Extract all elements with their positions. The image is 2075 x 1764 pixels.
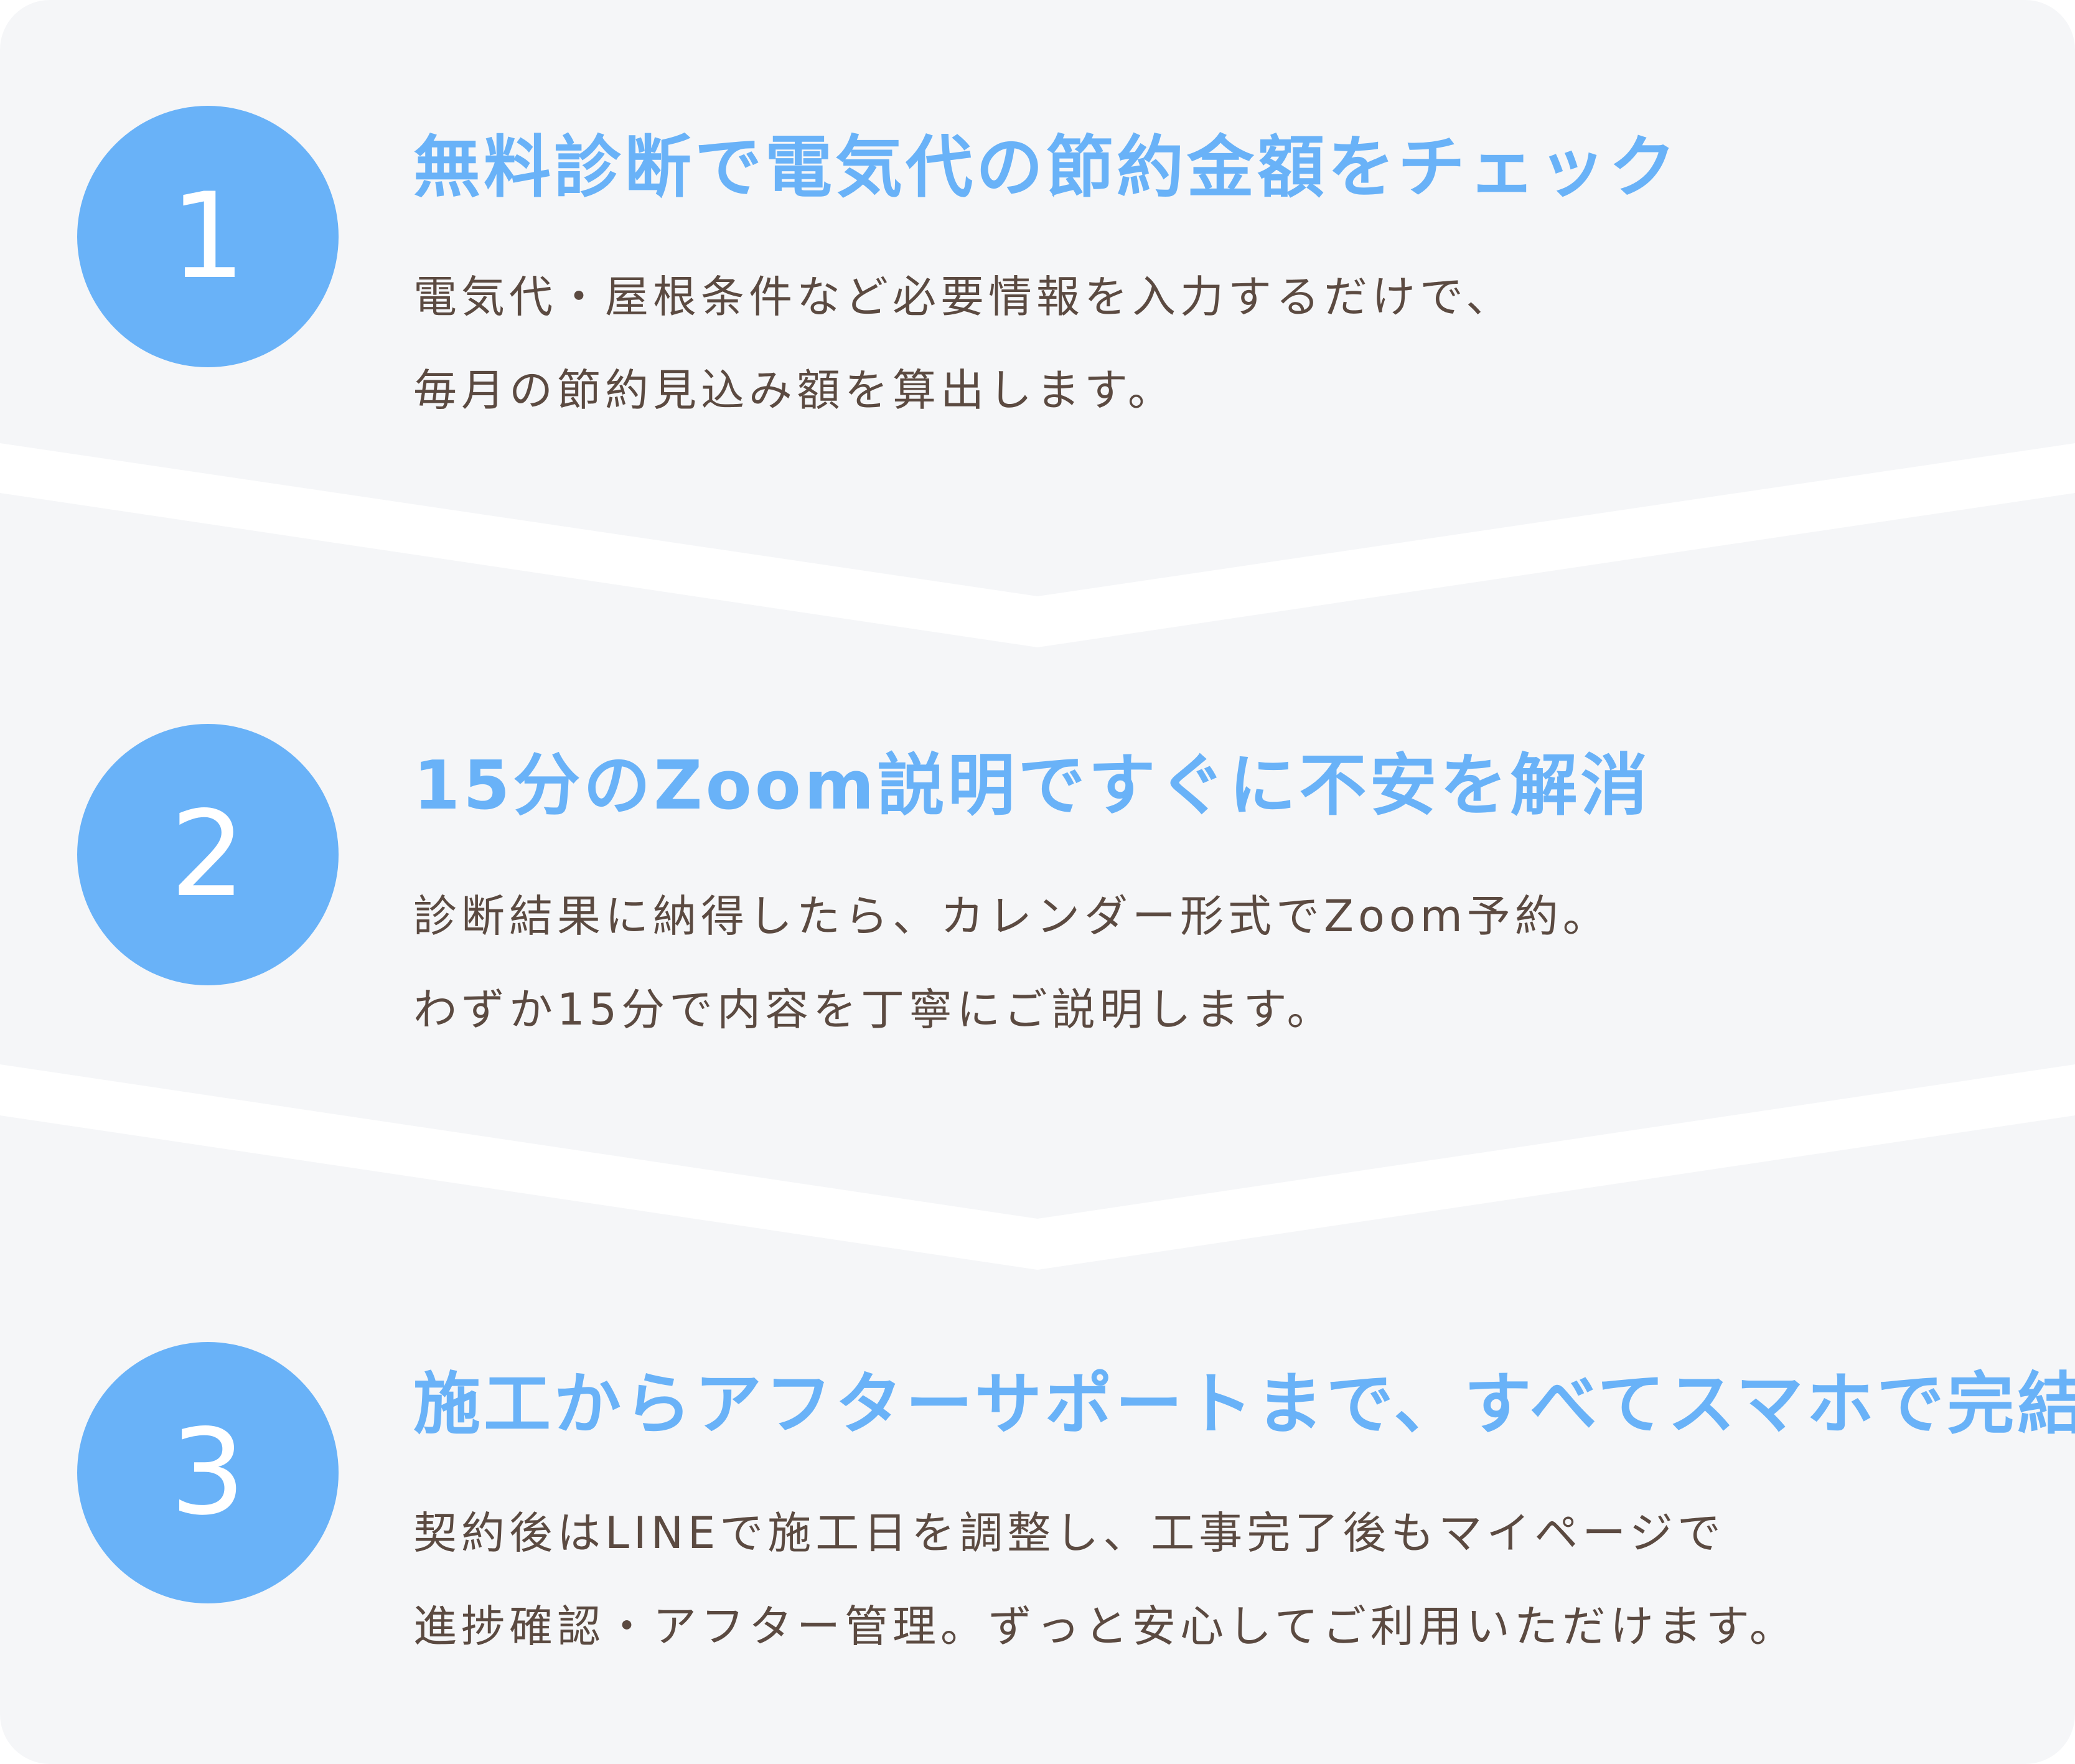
- step-description: 契約後はLINEで施工日を調整し、工事完了後もマイページで 進捗確認・アフター管…: [413, 1486, 1797, 1673]
- step-3: 3 施工からアフターサポートまで、すべてスマホで完結 契約後はLINEで施工日を…: [0, 0, 2075, 1652]
- description-line: 契約後はLINEで施工日を調整し、工事完了後もマイページで: [413, 1508, 1725, 1559]
- step-number-badge: 2: [77, 724, 339, 985]
- step-description: 診断結果に納得したら、カレンダー形式でZoom予約。 わずか15分で内容を丁寧に…: [413, 870, 1611, 1056]
- step-number-badge: 3: [77, 1342, 339, 1603]
- description-line: 進捗確認・アフター管理。ずっと安心してご利用いただけます。: [413, 1601, 1797, 1652]
- step-title: 施工からアフターサポートまで、すべてスマホで完結: [413, 1366, 2075, 1443]
- description-line: 診断結果に納得したら、カレンダー形式でZoom予約。: [413, 891, 1611, 942]
- description-line: わずか15分で内容を丁寧にご説明します。: [413, 984, 1335, 1035]
- step-title: 15分のZoom説明ですぐに不安を解消: [413, 747, 1651, 825]
